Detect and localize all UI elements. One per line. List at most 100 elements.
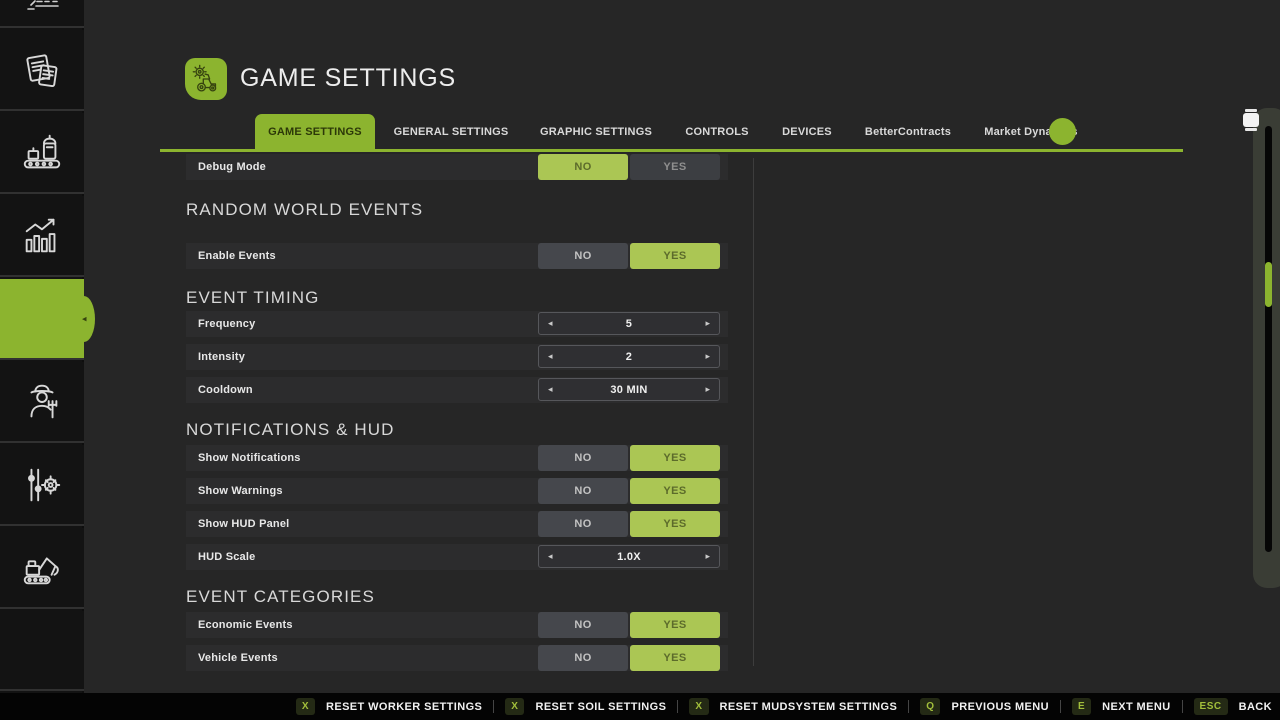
toggle-option-no[interactable]: NO	[538, 612, 628, 638]
stepper-value: 2	[539, 351, 719, 363]
yes-no-toggle: NOYES	[538, 478, 720, 504]
toggle-option-yes[interactable]: YES	[630, 612, 720, 638]
stepper-decrease-icon[interactable]: ◂	[548, 552, 553, 561]
stepper-increase-icon[interactable]: ▸	[705, 385, 710, 394]
mouse-wheel-cap-bottom	[1245, 128, 1257, 131]
shortcut-label: RESET MUDSYSTEM SETTINGS	[720, 701, 898, 713]
setting-label: Debug Mode	[186, 161, 266, 173]
shortcut-reset-worker-settings[interactable]: XRESET WORKER SETTINGS	[296, 698, 482, 715]
setting-row-debug-mode: Debug Mode NOYES	[186, 154, 728, 180]
setting-row-economic-events: Economic Events NOYES	[186, 612, 728, 638]
toggle-option-yes[interactable]: YES	[630, 511, 720, 537]
shortcut-separator	[677, 700, 678, 713]
scrollbar-thumb[interactable]	[1265, 262, 1272, 307]
stepper-increase-icon[interactable]: ▸	[705, 319, 710, 328]
toggle-option-yes[interactable]: YES	[630, 645, 720, 671]
setting-row-show-notifications: Show Notifications NOYES	[186, 445, 728, 471]
key-badge: X	[505, 698, 524, 715]
value-stepper: ◂5▸	[538, 312, 720, 335]
yes-no-toggle: NOYES	[538, 612, 720, 638]
section-heading-notifications-hud: NOTIFICATIONS & HUD	[186, 420, 395, 440]
settings-panel: Debug ModeNOYESRANDOM WORLD EVENTSEnable…	[186, 0, 728, 693]
sidebar-item-production[interactable]	[0, 113, 84, 194]
tab-bettercontracts[interactable]: BetterContracts	[865, 114, 951, 150]
setting-label: Intensity	[186, 351, 245, 363]
yes-no-toggle: NOYES	[538, 645, 720, 671]
stepper-increase-icon[interactable]: ▸	[705, 352, 710, 361]
tuning-icon	[19, 462, 65, 508]
shortcut-separator	[908, 700, 909, 713]
setting-row-intensity: Intensity ◂2▸	[186, 344, 728, 370]
shortcut-label: PREVIOUS MENU	[951, 701, 1049, 713]
key-badge: ESC	[1194, 698, 1228, 715]
tab-devices[interactable]: DEVICES	[782, 114, 832, 150]
sidebar-item-tuning[interactable]	[0, 445, 84, 526]
excavator-icon	[19, 545, 65, 591]
stepper-decrease-icon[interactable]: ◂	[548, 385, 553, 394]
shortcut-separator	[1060, 700, 1061, 713]
toggle-option-no[interactable]: NO	[538, 154, 628, 180]
statistics-icon	[19, 213, 65, 259]
setting-label: Enable Events	[186, 250, 276, 262]
sidebar-item-contracts[interactable]	[0, 30, 84, 111]
toggle-option-no[interactable]: NO	[538, 511, 628, 537]
mouse-wheel-icon	[1243, 109, 1259, 133]
key-badge: X	[296, 698, 315, 715]
yes-no-toggle: NOYES	[538, 243, 720, 269]
key-badge: Q	[920, 698, 940, 715]
stepper-decrease-icon[interactable]: ◂	[548, 319, 553, 328]
shortcut-next-menu[interactable]: ENEXT MENU	[1072, 698, 1171, 715]
shortcut-separator	[493, 700, 494, 713]
sidebar-item-none	[0, 611, 84, 691]
toggle-option-yes[interactable]: YES	[630, 243, 720, 269]
selected-item-arrow-icon: ◂	[82, 314, 87, 323]
shortcut-back[interactable]: ESCBACK	[1194, 698, 1272, 715]
shortcut-reset-soil-settings[interactable]: XRESET SOIL SETTINGS	[505, 698, 666, 715]
value-stepper: ◂2▸	[538, 345, 720, 368]
shortcut-reset-mudsystem-settings[interactable]: X RESET MUDSYSTEM SETTINGS	[689, 698, 897, 715]
toggle-option-no[interactable]: NO	[538, 478, 628, 504]
toggle-option-yes[interactable]: YES	[630, 445, 720, 471]
section-heading-random-world-events: RANDOM WORLD EVENTS	[186, 200, 423, 220]
setting-row-cooldown: Cooldown ◂30 MIN▸	[186, 377, 728, 403]
sidebar-item-statistics[interactable]	[0, 196, 84, 277]
sidebar-item-excavator[interactable]	[0, 528, 84, 609]
yes-no-toggle: NOYES	[538, 154, 720, 180]
setting-label: Show Notifications	[186, 452, 301, 464]
setting-label: HUD Scale	[186, 551, 255, 563]
yes-no-toggle: NOYES	[538, 445, 720, 471]
setting-row-vehicle-events: Vehicle Events NOYES	[186, 645, 728, 671]
section-heading-event-timing: EVENT TIMING	[186, 288, 319, 308]
toggle-option-no[interactable]: NO	[538, 445, 628, 471]
setting-label: Cooldown	[186, 384, 253, 396]
toggle-option-yes[interactable]: YES	[630, 478, 720, 504]
stepper-value: 30 MIN	[539, 384, 719, 396]
toggle-option-no[interactable]: NO	[538, 243, 628, 269]
stepper-value: 1.0X	[539, 551, 719, 563]
stepper-increase-icon[interactable]: ▸	[705, 552, 710, 561]
setting-label: Frequency	[186, 318, 255, 330]
key-badge: X	[689, 698, 708, 715]
farmer-icon	[19, 379, 65, 425]
vehicle-partial-icon	[22, 0, 62, 12]
section-heading-event-categories: EVENT CATEGORIES	[186, 587, 375, 607]
setting-label: Economic Events	[186, 619, 293, 631]
toggle-option-no[interactable]: NO	[538, 645, 628, 671]
sidebar-item-vehicle-partial[interactable]	[0, 0, 84, 28]
toggle-option-yes[interactable]: YES	[630, 154, 720, 180]
value-stepper: ◂1.0X▸	[538, 545, 720, 568]
setting-row-frequency: Frequency ◂5▸	[186, 311, 728, 337]
setting-label: Vehicle Events	[186, 652, 278, 664]
setting-label: Show Warnings	[186, 485, 283, 497]
scrollbar-track[interactable]	[1265, 126, 1272, 552]
key-badge: E	[1072, 698, 1091, 715]
sidebar: ◂	[0, 0, 84, 693]
sidebar-item-game-settings[interactable]: ◂	[0, 279, 84, 360]
tab-game-settings[interactable]: GAME SETTINGS	[255, 114, 375, 150]
sidebar-item-farmer[interactable]	[0, 362, 84, 443]
production-icon	[19, 130, 65, 176]
stepper-decrease-icon[interactable]: ◂	[548, 352, 553, 361]
game-settings-screen: ◂ GAME SETTINGS GAME SETTINGSGENERAL SET…	[0, 0, 1280, 720]
shortcut-previous-menu[interactable]: Q PREVIOUS MENU	[920, 698, 1049, 715]
shortcut-separator	[1182, 700, 1183, 713]
